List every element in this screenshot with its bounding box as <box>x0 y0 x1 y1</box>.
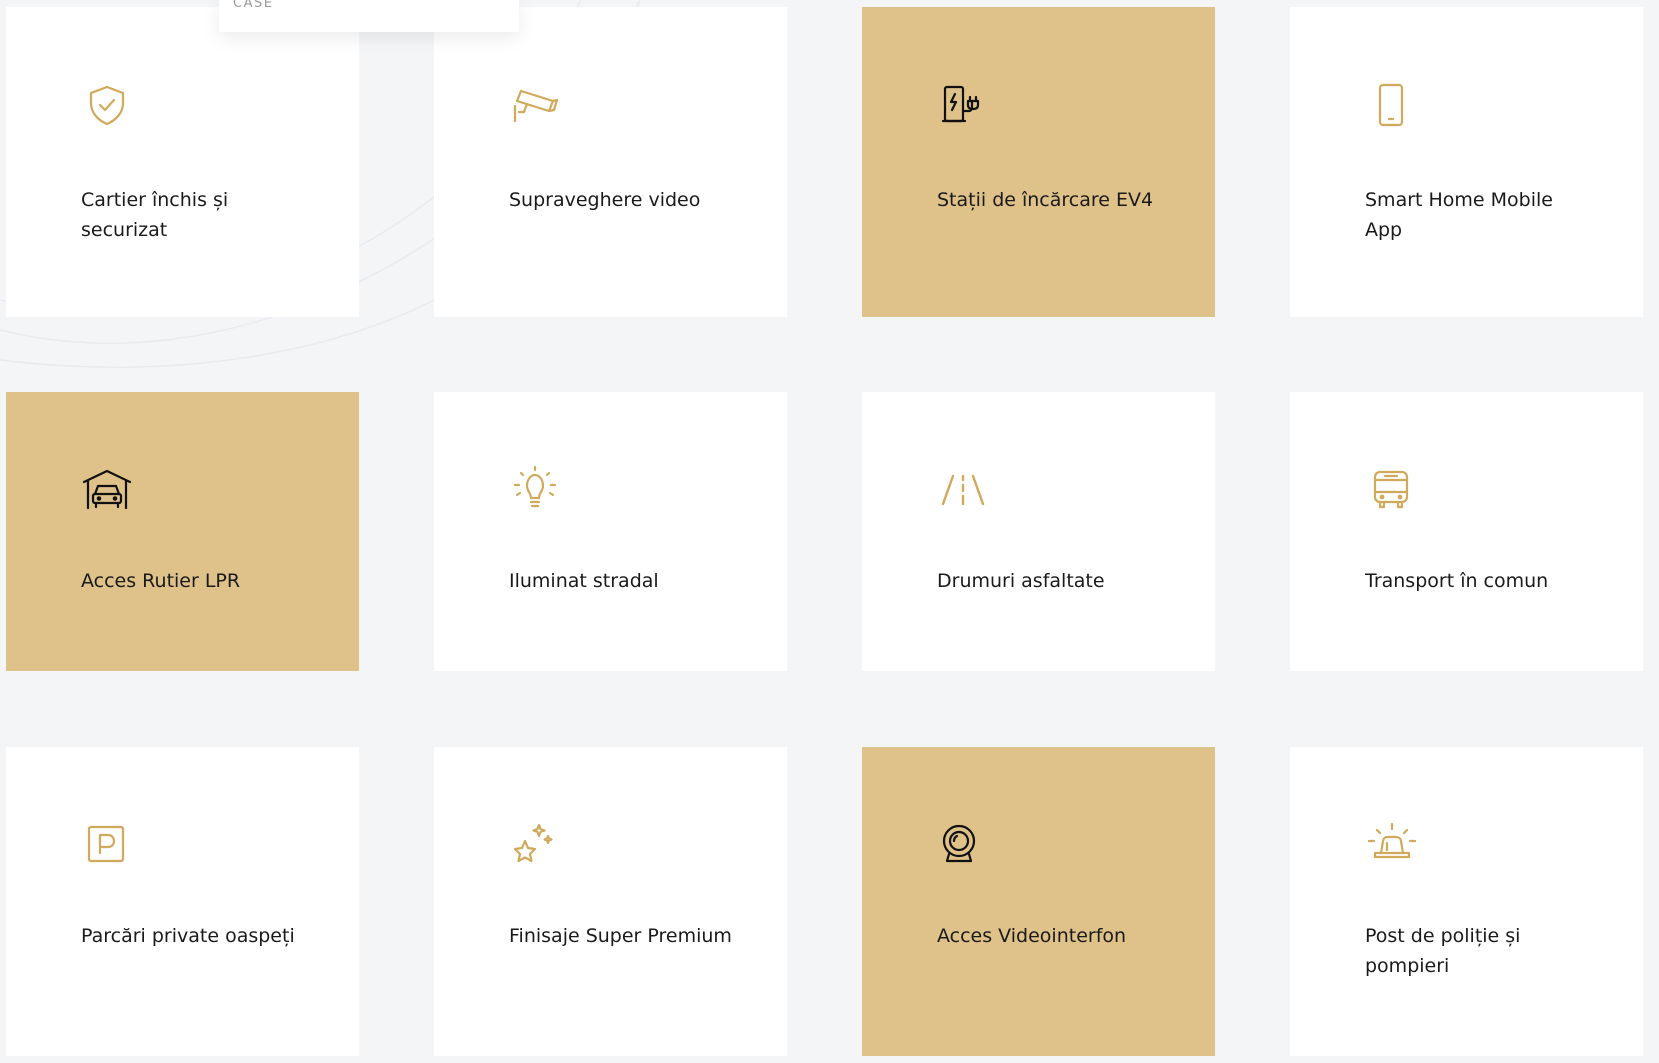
feature-card-video-intercom: Acces Videointerfon <box>862 747 1215 1056</box>
bus-icon <box>1365 464 1417 516</box>
shield-check-icon <box>81 79 133 131</box>
menu-item-case[interactable]: CASE <box>233 0 273 11</box>
feature-label: Smart Home Mobile App <box>1365 189 1553 241</box>
feature-label: Supraveghere video <box>509 189 701 211</box>
feature-card-street-lighting: Iluminat stradal <box>434 392 787 671</box>
feature-label: Stații de încărcare EV4 <box>937 189 1154 211</box>
feature-label: Acces Videointerfon <box>937 925 1127 947</box>
feature-label: Cartier închis și securizat <box>81 189 229 241</box>
feature-label: Post de poliție și pompieri <box>1365 925 1521 977</box>
light-bulb-icon <box>509 464 561 516</box>
feature-label: Drumuri asfaltate <box>937 570 1105 592</box>
feature-card-smart-home: Smart Home Mobile App <box>1290 7 1643 317</box>
feature-card-public-transport: Transport în comun <box>1290 392 1643 671</box>
garage-car-icon <box>81 464 133 516</box>
feature-label: Finisaje Super Premium <box>509 925 732 947</box>
webcam-icon <box>937 819 989 871</box>
feature-card-premium-finishes: Finisaje Super Premium <box>434 747 787 1056</box>
dropdown-menu-panel: CASE <box>219 0 519 32</box>
sparkle-star-icon <box>509 819 561 871</box>
ev-charger-icon <box>937 79 989 131</box>
feature-label: Parcări private oaspeți <box>81 925 295 947</box>
feature-card-ev-charging: Stații de încărcare EV4 <box>862 7 1215 317</box>
smartphone-icon <box>1365 79 1417 131</box>
feature-card-video-surveillance: Supraveghere video <box>434 7 787 317</box>
feature-card-police-fire: Post de poliție și pompieri <box>1290 747 1643 1056</box>
cctv-camera-icon <box>509 79 561 131</box>
feature-card-lpr-access: Acces Rutier LPR <box>6 392 359 671</box>
feature-card-guest-parking: Parcări private oaspeți <box>6 747 359 1056</box>
feature-label: Acces Rutier LPR <box>81 570 241 592</box>
feature-label: Iluminat stradal <box>509 570 659 592</box>
feature-label: Transport în comun <box>1365 570 1549 592</box>
feature-card-paved-roads: Drumuri asfaltate <box>862 392 1215 671</box>
feature-card-gated-community: Cartier închis și securizat <box>6 7 359 317</box>
siren-icon <box>1365 819 1417 871</box>
parking-icon <box>81 819 133 871</box>
road-icon <box>937 464 989 516</box>
